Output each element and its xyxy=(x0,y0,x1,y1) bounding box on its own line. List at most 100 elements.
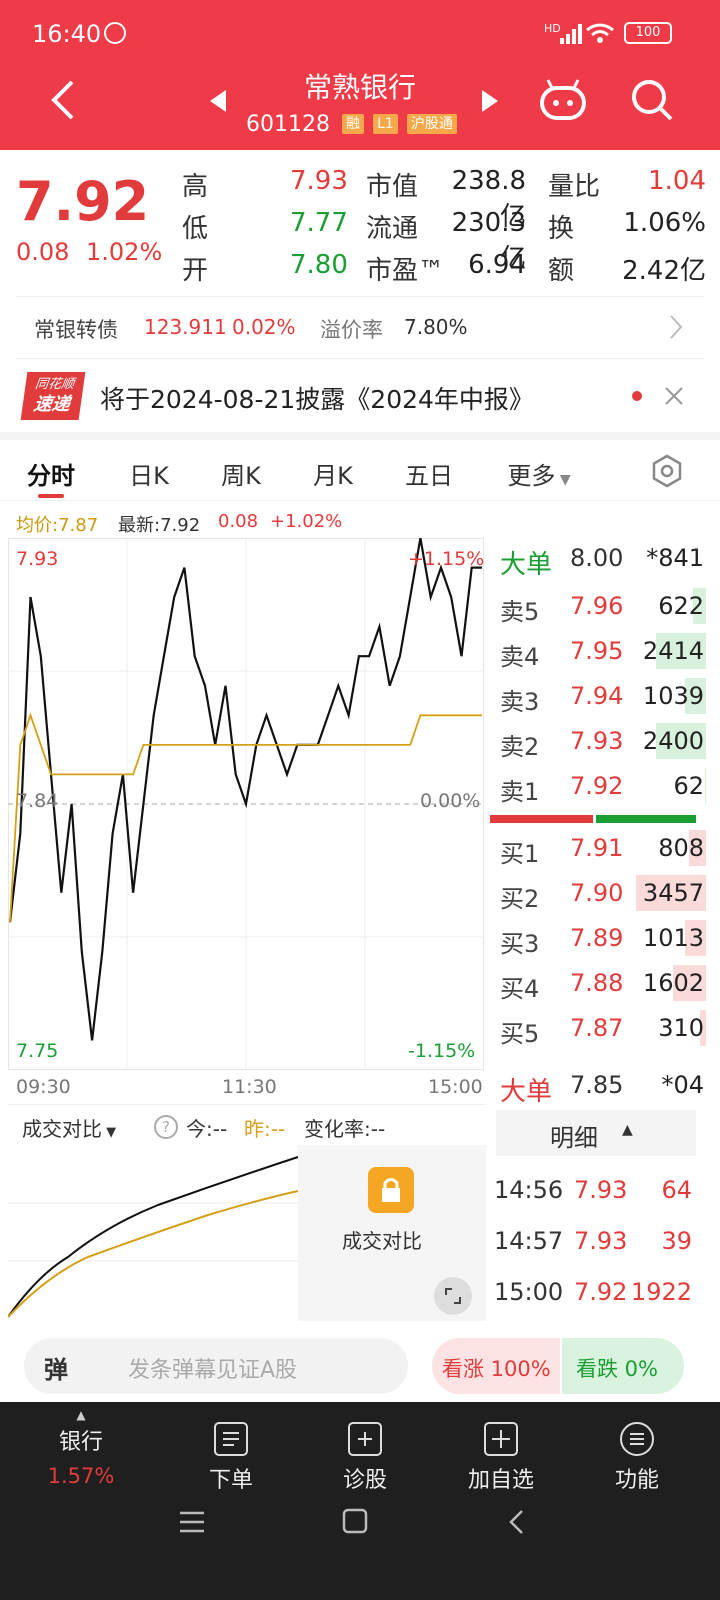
compare-rate-label: 变化率:-- xyxy=(304,1117,386,1141)
order-volume: 2414 xyxy=(642,637,704,665)
pct-bottom-label: -1.15% xyxy=(408,1040,476,1062)
help-icon[interactable]: ? xyxy=(154,1115,178,1139)
nav-add-watchlist[interactable]: 加自选 xyxy=(436,1422,566,1494)
convertible-bond-row[interactable]: 常银转债 123.911 0.02% 溢价率 7.80% xyxy=(0,300,720,356)
nav-diagnose[interactable]: 诊股 xyxy=(300,1422,430,1494)
order-volume: *841 xyxy=(646,544,704,572)
ask-row[interactable]: 卖1 7.92 62 xyxy=(500,764,710,808)
stat-label: 低 xyxy=(182,214,209,244)
order-volume: 622 xyxy=(658,592,704,620)
comment-input[interactable]: 发条弹幕见证A股 xyxy=(128,1352,297,1384)
intraday-chart[interactable] xyxy=(8,538,484,1070)
nav-functions[interactable]: 功能 xyxy=(572,1422,702,1494)
compare-today: 今:-- xyxy=(186,1117,228,1141)
chart-change-pct: +1.02% xyxy=(270,511,343,532)
system-home-icon[interactable] xyxy=(342,1508,368,1534)
unread-dot xyxy=(632,391,642,401)
stat-label: 量比 xyxy=(548,172,601,202)
order-volume: 1039 xyxy=(642,682,704,710)
news-banner[interactable]: 同花顺 速递 将于2024-08-21披露《2024年中报》 xyxy=(0,362,720,430)
tab-daily-k[interactable]: 日K xyxy=(104,456,194,491)
order-label: 买4 xyxy=(500,975,540,1003)
order-price: 7.95 xyxy=(570,637,624,665)
nav-sector[interactable]: ▲ 银行 1.57% xyxy=(16,1408,146,1488)
detail-header[interactable]: 明细 ▲ xyxy=(496,1110,696,1156)
bid-row[interactable]: 买1 7.91 808 xyxy=(500,826,710,870)
menu-icon xyxy=(620,1422,654,1456)
tab-five-day[interactable]: 五日 xyxy=(384,456,474,491)
stock-name: 常熟银行 xyxy=(303,71,416,104)
tab-weekly-k[interactable]: 周K xyxy=(196,456,286,491)
order-price: 7.87 xyxy=(570,1014,624,1042)
chart-change: 0.08 xyxy=(218,511,259,532)
system-menu-icon[interactable] xyxy=(178,1510,206,1534)
chevron-right-icon xyxy=(670,315,683,339)
bearish-button[interactable]: 看跌 0% xyxy=(562,1338,684,1394)
next-stock-button[interactable] xyxy=(480,90,500,112)
bid-row[interactable]: 买5 7.87 310 xyxy=(500,1006,710,1050)
tick-price: 7.92 xyxy=(574,1278,628,1306)
search-icon[interactable] xyxy=(630,78,674,122)
order-volume: *04 xyxy=(661,1071,704,1099)
assistant-icon[interactable] xyxy=(538,78,588,122)
order-price: 7.90 xyxy=(570,879,624,907)
settings-icon[interactable] xyxy=(650,454,684,488)
tick-volume: 64 xyxy=(661,1176,692,1204)
tick-volume: 1922 xyxy=(630,1278,692,1306)
network-label: HD xyxy=(544,22,561,35)
compare-dropdown[interactable]: 成交对比 ▼ xyxy=(22,1113,116,1142)
system-back-icon[interactable] xyxy=(506,1508,526,1536)
order-volume: 3457 xyxy=(642,879,704,907)
tick-volume: 39 xyxy=(661,1227,692,1255)
bullish-button[interactable]: 看涨 100% xyxy=(432,1338,560,1394)
order-label: 买2 xyxy=(500,885,540,913)
battery-icon: 100 xyxy=(624,22,672,44)
wifi-icon xyxy=(585,22,615,44)
locked-overlay[interactable]: 成交对比 xyxy=(298,1145,486,1321)
compare-today-line xyxy=(8,1156,299,1318)
caret-down-icon: ▼ xyxy=(102,1125,117,1140)
ask-row[interactable]: 卖3 7.94 1039 xyxy=(500,674,710,718)
order-label: 卖5 xyxy=(500,598,540,626)
big-order-row[interactable]: 大单 7.85 *04 xyxy=(500,1063,710,1107)
bond-price: 123.911 xyxy=(144,315,227,339)
ask-row[interactable]: 卖4 7.95 2414 xyxy=(500,629,710,673)
diagnose-icon xyxy=(348,1422,382,1456)
order-price: 7.88 xyxy=(570,969,624,997)
caret-up-icon: ▲ xyxy=(76,1408,86,1422)
order-volume: 62 xyxy=(673,772,704,800)
close-icon[interactable] xyxy=(664,386,684,406)
ask-row[interactable]: 卖5 7.96 622 xyxy=(500,584,710,628)
order-label: 大单 xyxy=(500,550,553,580)
chart-tabs: 分时 日K 周K 月K 五日 更多 ▼ xyxy=(0,442,720,500)
order-label: 买3 xyxy=(500,930,540,958)
bond-pct: 0.02% xyxy=(232,315,296,339)
tab-more[interactable]: 更多 ▼ xyxy=(494,456,584,491)
news-logo: 同花顺 速递 xyxy=(20,372,86,420)
news-text: 将于2024-08-21披露《2024年中报》 xyxy=(100,385,534,414)
expand-icon[interactable] xyxy=(434,1277,472,1315)
signal-icon xyxy=(560,24,582,44)
order-price: 8.00 xyxy=(570,544,624,572)
big-order-row[interactable]: 大单 8.00 *841 xyxy=(500,536,710,580)
order-label: 卖4 xyxy=(500,643,540,671)
order-price: 7.96 xyxy=(570,592,624,620)
pct-mid-label: 0.00% xyxy=(420,790,481,812)
latest-price-label: 最新:7.92 xyxy=(118,515,201,536)
back-button[interactable] xyxy=(44,78,84,122)
tab-monthly-k[interactable]: 月K xyxy=(288,456,378,491)
tab-indicator xyxy=(38,494,64,498)
bid-row[interactable]: 买2 7.90 3457 xyxy=(500,871,710,915)
comment-bar[interactable]: 弹 发条弹幕见证A股 xyxy=(24,1338,408,1394)
x-label-noon: 11:30 xyxy=(222,1076,277,1098)
stock-code: 601128 xyxy=(246,112,330,137)
x-label-close: 15:00 xyxy=(428,1076,483,1098)
caret-up-icon: ▲ xyxy=(622,1122,633,1138)
order-volume: 2400 xyxy=(642,727,704,755)
tab-intraday[interactable]: 分时 xyxy=(6,456,96,491)
bid-row[interactable]: 买3 7.89 1013 xyxy=(500,916,710,960)
ask-row[interactable]: 卖2 7.93 2400 xyxy=(500,719,710,763)
bid-row[interactable]: 买4 7.88 1602 xyxy=(500,961,710,1005)
nav-order[interactable]: 下单 xyxy=(166,1422,296,1494)
prev-stock-button[interactable] xyxy=(208,90,228,112)
